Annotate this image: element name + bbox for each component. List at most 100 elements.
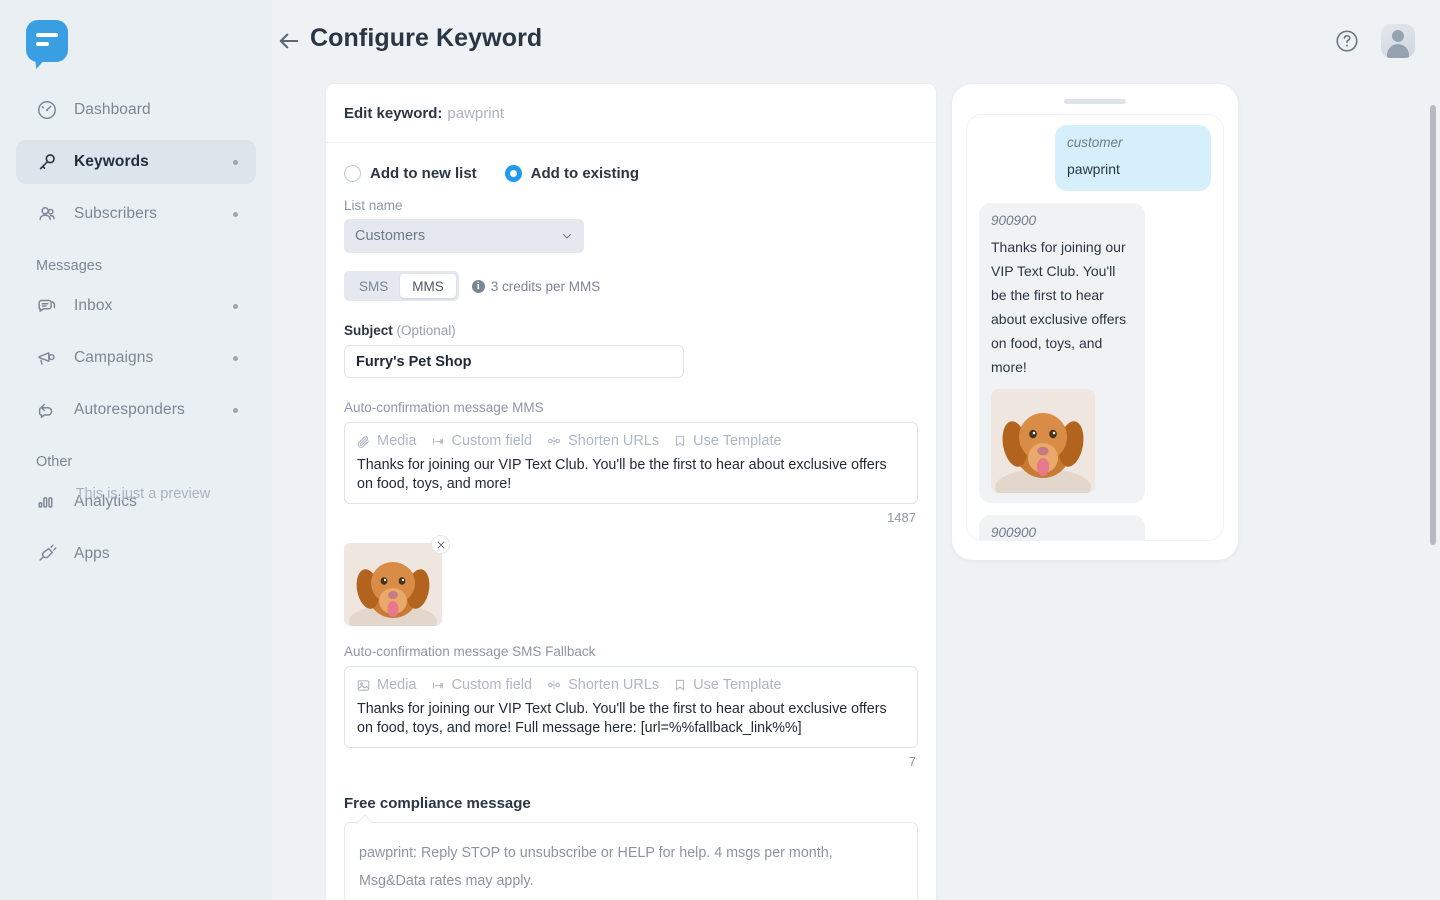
remove-attachment-button[interactable] xyxy=(431,535,450,554)
media-button-label: Media xyxy=(377,433,417,449)
radio-add-to-new-list[interactable]: Add to new list xyxy=(344,165,477,182)
preview-message-incoming-compliance: 900900 pawprint: Reply STOP to xyxy=(979,515,1145,541)
compliance-title: Free compliance message xyxy=(344,795,918,812)
custom-field-button[interactable]: Custom field xyxy=(431,433,533,449)
custom-field-button-label: Custom field xyxy=(452,677,533,693)
sidebar-item-label: Keywords xyxy=(74,153,149,171)
use-template-button[interactable]: Use Template xyxy=(673,433,781,449)
sidebar-item-autoresponders[interactable]: Autoresponders xyxy=(16,388,256,432)
chat-icon xyxy=(34,293,60,319)
link-icon xyxy=(546,677,562,693)
preview-message-incoming: 900900 Thanks for joining our VIP Text C… xyxy=(979,203,1145,503)
sidebar-item-label: Dashboard xyxy=(74,101,151,119)
list-name-select[interactable]: Customers xyxy=(344,219,584,253)
sms-editor-text[interactable]: Thanks for joining our VIP Text Club. Yo… xyxy=(353,700,909,738)
credits-note: i 3 credits per MMS xyxy=(472,279,601,294)
preview-message-sender: customer xyxy=(1067,135,1199,150)
compliance-message-text: pawprint: Reply STOP to unsubscribe or H… xyxy=(344,822,918,900)
avatar-head xyxy=(1392,30,1404,42)
shorten-urls-button-label: Shorten URLs xyxy=(568,677,659,693)
use-template-button[interactable]: Use Template xyxy=(673,677,781,693)
preview-note: This is just a preview xyxy=(0,486,286,502)
preview-message-sender: 900900 xyxy=(991,525,1133,540)
shorten-urls-button[interactable]: Shorten URLs xyxy=(546,433,659,449)
close-icon xyxy=(436,540,446,550)
sidebar-item-subscribers[interactable]: Subscribers xyxy=(16,192,256,236)
back-button[interactable] xyxy=(275,27,303,55)
mms-editor-text[interactable]: Thanks for joining our VIP Text Club. Yo… xyxy=(353,456,909,494)
subject-label-text: Subject xyxy=(344,323,393,338)
sms-char-count: 7 xyxy=(344,754,918,769)
app-logo[interactable] xyxy=(26,20,68,62)
megaphone-icon xyxy=(34,345,60,371)
list-name-selected-value: Customers xyxy=(355,228,425,244)
sidebar-item-label: Subscribers xyxy=(74,205,157,223)
message-type-segmented-control: SMS MMS xyxy=(344,271,459,301)
phone-preview: customer pawprint 900900 Thanks for join… xyxy=(952,84,1238,560)
image-icon xyxy=(356,678,371,693)
attachment-thumbnail[interactable] xyxy=(344,543,442,626)
sidebar-item-dot xyxy=(233,356,238,361)
paperclip-icon xyxy=(356,434,371,449)
use-template-button-label: Use Template xyxy=(693,677,781,693)
keyword-value: pawprint xyxy=(447,105,504,122)
radio-add-to-existing[interactable]: Add to existing xyxy=(505,165,639,182)
sidebar-item-dot xyxy=(233,408,238,413)
sms-editor-toolbar: Media Custom field Shorten URLs xyxy=(353,677,909,693)
question-circle-icon xyxy=(1334,28,1360,54)
plug-icon xyxy=(34,541,60,567)
sidebar-item-label: Apps xyxy=(74,545,110,563)
shorten-urls-button-label: Shorten URLs xyxy=(568,433,659,449)
sidebar-item-label: Inbox xyxy=(74,297,112,315)
chevron-down-icon xyxy=(561,230,573,246)
preview-message-outgoing: customer pawprint xyxy=(1055,125,1211,191)
chat-bubble-logo-icon xyxy=(26,20,68,62)
arrow-left-icon xyxy=(275,27,303,55)
logo-line-2 xyxy=(36,42,49,46)
shorten-urls-button[interactable]: Shorten URLs xyxy=(546,677,659,693)
sidebar: Dashboard Keywords Subscribers Mes xyxy=(0,0,272,900)
preview-message-text: pawprint xyxy=(1067,157,1199,181)
help-button[interactable] xyxy=(1334,28,1360,54)
media-button[interactable]: Media xyxy=(356,433,417,449)
sidebar-item-apps[interactable]: Apps xyxy=(16,532,256,576)
sidebar-section-other: Other xyxy=(0,454,272,470)
mms-editor[interactable]: Media Custom field Shorten URLs xyxy=(344,422,918,504)
subject-optional-tag: (Optional) xyxy=(397,323,456,338)
bookmark-icon xyxy=(673,434,687,448)
custom-field-icon xyxy=(431,434,446,449)
message-type-row: SMS MMS i 3 credits per MMS xyxy=(344,271,918,301)
avatar[interactable] xyxy=(1381,24,1415,58)
radio-label: Add to new list xyxy=(370,165,477,182)
media-button-label: Media xyxy=(377,677,417,693)
logo-line-1 xyxy=(36,33,58,37)
sidebar-item-keywords[interactable]: Keywords xyxy=(16,140,256,184)
topbar: Configure Keyword xyxy=(272,0,1440,82)
edit-keyword-label: Edit keyword: xyxy=(344,105,442,122)
radio-circle-selected-icon xyxy=(505,165,522,182)
custom-field-button[interactable]: Custom field xyxy=(431,677,533,693)
sidebar-item-label: Campaigns xyxy=(74,349,153,367)
page-scrollbar[interactable] xyxy=(1430,105,1436,545)
sms-editor-label: Auto-confirmation message SMS Fallback xyxy=(344,644,918,659)
sidebar-item-dashboard[interactable]: Dashboard xyxy=(16,88,256,132)
card-header: Edit keyword: pawprint xyxy=(326,84,936,143)
sidebar-item-dot xyxy=(233,212,238,217)
sms-editor[interactable]: Media Custom field Shorten URLs xyxy=(344,666,918,748)
media-button[interactable]: Media xyxy=(356,677,417,693)
sidebar-section-messages: Messages xyxy=(0,258,272,274)
people-icon xyxy=(34,201,60,227)
subject-input[interactable] xyxy=(344,345,684,378)
configure-keyword-card: Edit keyword: pawprint Add to new list A… xyxy=(326,84,936,900)
sidebar-item-campaigns[interactable]: Campaigns xyxy=(16,336,256,380)
mms-char-count: 1487 xyxy=(344,510,918,525)
sidebar-item-label: Autoresponders xyxy=(74,401,185,419)
page-title: Configure Keyword xyxy=(310,24,542,53)
segment-sms[interactable]: SMS xyxy=(347,274,400,298)
preview-message-sender: 900900 xyxy=(991,213,1133,228)
sidebar-item-inbox[interactable]: Inbox xyxy=(16,284,256,328)
segment-mms[interactable]: MMS xyxy=(400,274,456,298)
credits-note-text: 3 credits per MMS xyxy=(491,279,601,294)
card-body: Add to new list Add to existing List nam… xyxy=(326,143,936,900)
mms-editor-toolbar: Media Custom field Shorten URLs xyxy=(353,433,909,449)
